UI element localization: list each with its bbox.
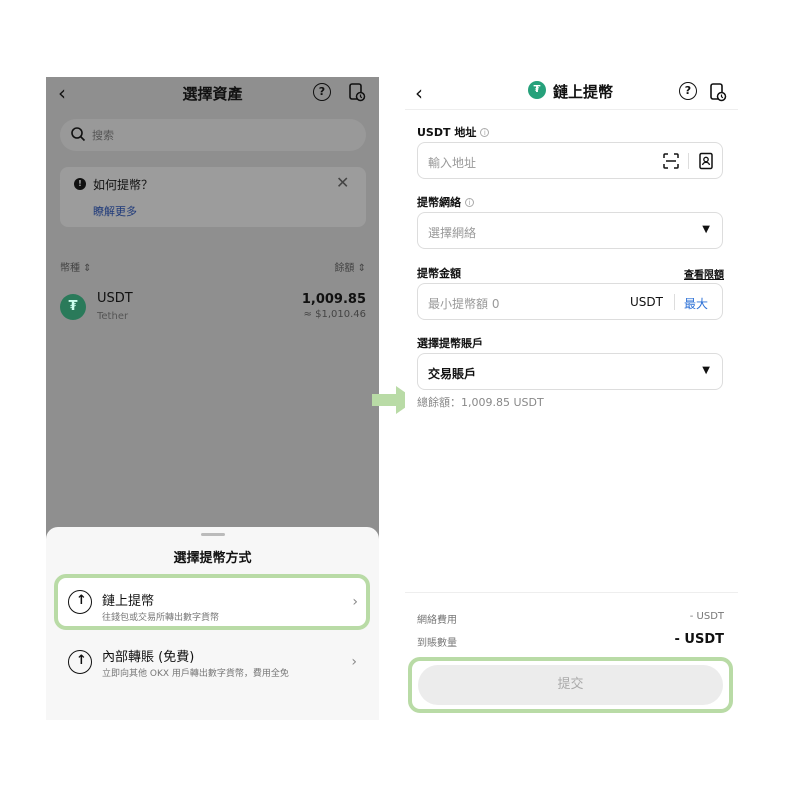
- caret-down-icon: ▼: [702, 365, 710, 376]
- header: ‹ 選擇資產 ?: [46, 77, 379, 109]
- amount-input[interactable]: 最小提幣額 0 USDT 最大: [417, 283, 723, 320]
- balance-column-header[interactable]: 餘額 ⇕: [334, 259, 366, 274]
- help-icon[interactable]: ?: [679, 82, 697, 100]
- amount-placeholder: 最小提幣額 0: [428, 297, 500, 311]
- account-label: 選擇提幣賬戶: [417, 337, 483, 350]
- learn-more-link[interactable]: 瞭解更多: [93, 203, 137, 219]
- search-icon: [71, 127, 86, 142]
- account-select[interactable]: 交易賬戶 ▼: [417, 353, 723, 390]
- asset-name: Tether: [97, 311, 129, 322]
- amount-unit: USDT: [630, 295, 663, 309]
- total-balance: 總餘額：1,009.85 USDT: [417, 396, 544, 409]
- onchain-withdraw-option[interactable]: ↑ 鏈上提幣 往錢包或交易所轉出數字貨幣 ›: [54, 574, 370, 630]
- onchain-withdraw-screen: ‹ ₮ 鏈上提幣 ? USDT 地址 i 輸入地址 提幣網絡 i 選擇網絡 ▼ 提幣…: [405, 77, 738, 720]
- network-select[interactable]: 選擇網絡 ▼: [417, 212, 723, 249]
- option-title: 內部轉賬 (免費): [102, 650, 195, 665]
- field-separator: [674, 294, 675, 310]
- upload-icon: ↑: [68, 590, 92, 614]
- asset-select-screen: ‹ 選擇資產 ? 搜索 ! 如何提幣？ 瞭解更多 ✕ 幣種 ⇕ 餘額 ⇕ ₮ U…: [46, 77, 379, 720]
- address-input[interactable]: 輸入地址: [417, 142, 723, 179]
- tether-icon: ₮: [528, 81, 546, 99]
- page-title: 鏈上提幣: [553, 83, 614, 101]
- network-label: 提幣網絡 i: [417, 194, 474, 210]
- address-label: USDT 地址 i: [417, 124, 490, 140]
- address-placeholder: 輸入地址: [428, 156, 477, 170]
- chevron-right-icon: ›: [352, 594, 358, 610]
- info-icon[interactable]: i: [465, 198, 474, 207]
- sheet-handle[interactable]: [201, 533, 225, 536]
- search-placeholder: 搜索: [92, 129, 114, 142]
- chevron-right-icon: ›: [351, 654, 357, 670]
- view-limit-link[interactable]: 查看限額: [684, 266, 724, 281]
- submit-button[interactable]: 提交: [418, 665, 723, 705]
- history-icon[interactable]: [709, 82, 727, 102]
- info-card-title: 如何提幣？: [93, 178, 154, 192]
- scan-icon[interactable]: [662, 152, 680, 170]
- history-icon[interactable]: [348, 82, 366, 102]
- account-value: 交易賬戶: [428, 367, 477, 381]
- info-icon: !: [74, 178, 86, 190]
- asset-fiat-value: ≈ $1,010.46: [303, 309, 366, 320]
- amount-label: 提幣金額: [417, 267, 461, 280]
- receive-amount-label: 到賬數量: [417, 638, 457, 649]
- address-book-icon[interactable]: [698, 152, 714, 170]
- close-icon[interactable]: ✕: [336, 173, 349, 192]
- receive-amount-value: - USDT: [674, 632, 725, 647]
- option-title: 鏈上提幣: [102, 594, 155, 609]
- field-separator: [688, 153, 689, 169]
- withdraw-method-sheet: 選擇提幣方式 ↑ 鏈上提幣 往錢包或交易所轉出數字貨幣 › ↑ 內部轉賬 (免費…: [46, 527, 379, 720]
- network-fee-value: - USDT: [689, 611, 724, 622]
- help-icon[interactable]: ?: [313, 83, 331, 101]
- option-subtitle: 立即向其他 OKX 用戶轉出數字貨幣，費用全免: [102, 669, 289, 679]
- internal-transfer-option[interactable]: ↑ 內部轉賬 (免費) 立即向其他 OKX 用戶轉出數字貨幣，費用全免 ›: [54, 634, 370, 690]
- tether-icon: ₮: [60, 294, 86, 320]
- asset-symbol: USDT: [97, 291, 133, 306]
- option-subtitle: 往錢包或交易所轉出數字貨幣: [102, 613, 220, 623]
- footer-divider: [405, 592, 738, 593]
- network-fee-label: 網絡費用: [417, 615, 457, 626]
- back-icon[interactable]: ‹: [415, 81, 423, 105]
- sheet-title: 選擇提幣方式: [173, 551, 252, 566]
- header-divider: [405, 109, 738, 110]
- network-placeholder: 選擇網絡: [428, 226, 477, 240]
- caret-down-icon: ▼: [702, 224, 710, 235]
- asset-amount: 1,009.85: [301, 292, 366, 307]
- info-card: ! 如何提幣？ 瞭解更多 ✕: [60, 167, 366, 227]
- max-button[interactable]: 最大: [684, 295, 708, 312]
- currency-column-header[interactable]: 幣種 ⇕: [60, 259, 92, 274]
- submit-highlight: 提交: [408, 657, 733, 713]
- upload-icon: ↑: [68, 650, 92, 674]
- search-input[interactable]: 搜索: [60, 119, 366, 151]
- info-icon[interactable]: i: [480, 128, 490, 137]
